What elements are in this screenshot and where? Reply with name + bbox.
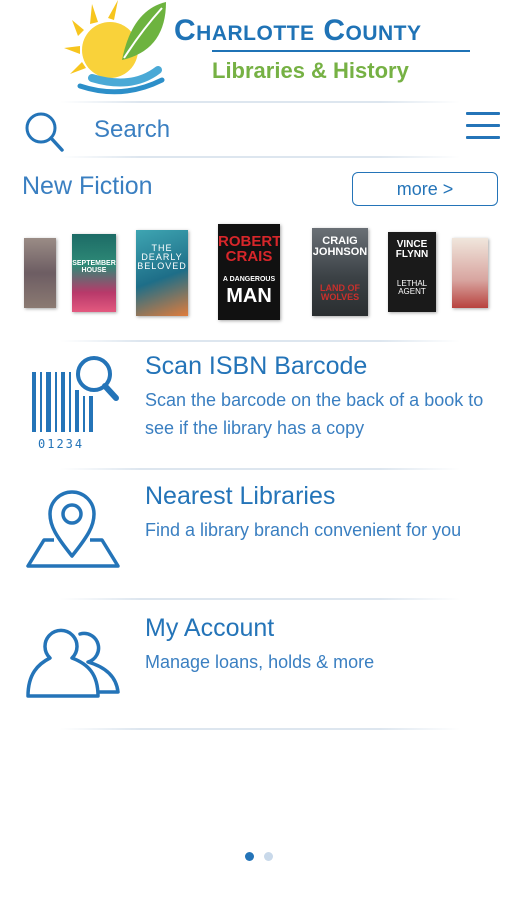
map-pin-icon <box>26 490 120 568</box>
hamburger-menu-icon[interactable] <box>466 112 500 142</box>
users-icon <box>26 628 120 698</box>
divider <box>60 598 460 600</box>
scan-isbn-row[interactable]: 01234 Scan ISBN Barcode Scan the barcode… <box>0 348 520 466</box>
book-carousel[interactable]: SEPTEMBER HOUSE THE DEARLY BELOVED ROBERT CR… <box>0 220 520 330</box>
brand-logo: Charlotte County Libraries & History <box>62 0 482 98</box>
scan-isbn-desc: Scan the barcode on the back of a book t… <box>145 390 484 438</box>
my-account-desc: Manage loans, holds & more <box>145 652 375 672</box>
brand-rule <box>212 50 470 52</box>
divider <box>60 156 460 158</box>
divider <box>60 340 460 342</box>
pagination-dot-2[interactable] <box>264 852 273 861</box>
book-cover-1[interactable] <box>24 238 56 308</box>
book-cover-7[interactable] <box>452 238 488 308</box>
section-title-new-fiction: New Fiction <box>22 172 153 200</box>
search-icon[interactable] <box>22 110 66 154</box>
brand-title: Charlotte County <box>174 14 422 47</box>
book-cover-5[interactable]: CRAIG JOHNSON LAND OF WOLVES <box>312 228 368 316</box>
search-bar <box>0 100 520 156</box>
book-cover-6[interactable]: VINCE FLYNN LETHAL AGENT <box>388 232 436 312</box>
book-cover-3[interactable]: THE DEARLY BELOVED <box>136 230 188 316</box>
search-input[interactable] <box>92 112 436 148</box>
scan-isbn-title: Scan ISBN Barcode <box>145 352 368 380</box>
book-cover-4[interactable]: ROBERT CRAIS A DANGEROUS MAN <box>218 224 280 320</box>
pagination-dot-1[interactable] <box>245 852 254 861</box>
my-account-row[interactable]: My Account Manage loans, holds & more <box>0 610 520 722</box>
nearest-libraries-title: Nearest Libraries <box>145 482 336 510</box>
barcode-scan-icon: 01234 <box>32 356 119 451</box>
nearest-libraries-row[interactable]: Nearest Libraries Find a library branch … <box>0 478 520 590</box>
barcode-digits: 01234 <box>38 437 84 451</box>
pagination-dots <box>245 852 273 861</box>
divider <box>60 468 460 470</box>
book-cover-2[interactable]: SEPTEMBER HOUSE <box>72 234 116 312</box>
more-button[interactable]: more > <box>352 172 498 206</box>
my-account-title: My Account <box>145 614 275 642</box>
brand-subtitle: Libraries & History <box>212 58 409 83</box>
divider <box>60 728 460 730</box>
nearest-libraries-desc: Find a library branch convenient for you <box>145 520 462 540</box>
sun-leaf-logo-icon <box>64 0 166 95</box>
